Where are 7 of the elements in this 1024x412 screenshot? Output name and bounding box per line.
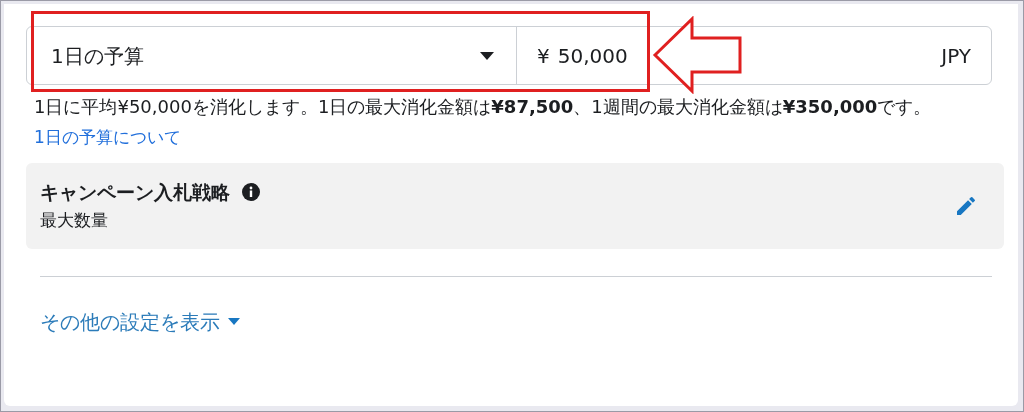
budget-description: 1日に平均¥50,000を消化します。1日の最大消化金額は¥87,500、1週間の最大消化金額は¥350,000です。 — [33, 95, 933, 119]
more-settings-link[interactable]: その他の設定を表示 — [40, 306, 240, 337]
bid-strategy-title: キャンペーン入札戦略 — [40, 179, 230, 205]
budget-help-link[interactable]: 1日の予算について — [34, 125, 181, 151]
info-icon[interactable] — [242, 182, 260, 201]
caret-icon — [228, 318, 240, 325]
bid-strategy-value: 最大数量 — [40, 209, 109, 232]
